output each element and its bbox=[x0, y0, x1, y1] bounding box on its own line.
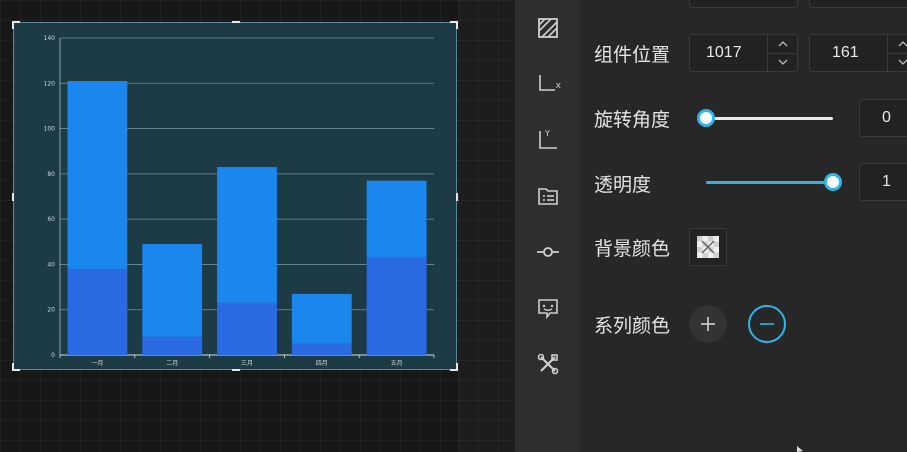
decrement-icon[interactable] bbox=[888, 54, 907, 72]
rotation-label: 旋转角度 bbox=[594, 109, 671, 131]
y-tick-label: 0 bbox=[51, 352, 55, 359]
series-style-icon[interactable] bbox=[536, 16, 560, 40]
y-tick-label: 140 bbox=[44, 35, 56, 42]
rotation-slider[interactable] bbox=[697, 108, 842, 128]
minus-icon bbox=[760, 323, 774, 325]
y-axis-icon[interactable]: Y bbox=[536, 128, 560, 152]
series-color-label: 系列颜色 bbox=[594, 315, 671, 337]
x-axis-icon[interactable]: x bbox=[536, 72, 561, 96]
opacity-input[interactable]: 1 bbox=[859, 163, 907, 201]
rotation-slider-thumb[interactable] bbox=[697, 109, 715, 127]
position-y-input[interactable]: 161 bbox=[809, 34, 907, 72]
y-tick-label: 120 bbox=[44, 80, 56, 87]
remove-color-button[interactable] bbox=[748, 305, 786, 343]
marker-icon[interactable] bbox=[536, 240, 560, 264]
bar-chart: 0 20 40 60 80 100 120 140 一月 二月 三月 四月 五月 bbox=[44, 35, 435, 367]
properties-panel: 组件位置 1017 161 旋转角度 0 透明度 1 背景颜色 系列颜色 bbox=[580, 0, 907, 452]
add-color-button[interactable] bbox=[689, 305, 727, 343]
position-x-value: 1017 bbox=[706, 44, 742, 61]
resize-handle-bottom-right[interactable] bbox=[450, 363, 458, 371]
opacity-label: 透明度 bbox=[594, 174, 652, 196]
bar-segment bbox=[67, 268, 128, 355]
y-tick-label: 40 bbox=[47, 261, 55, 268]
bar-segment bbox=[217, 167, 277, 303]
previous-field-left[interactable] bbox=[689, 0, 798, 8]
editor-canvas[interactable]: 0 20 40 60 80 100 120 140 一月 二月 三月 四月 五月 bbox=[0, 0, 458, 452]
y-tick-label: 80 bbox=[47, 171, 55, 178]
resize-handle-bottom-left[interactable] bbox=[12, 363, 20, 371]
mouse-cursor-icon bbox=[797, 446, 803, 452]
opacity-slider[interactable] bbox=[697, 172, 842, 192]
background-color-label: 背景颜色 bbox=[594, 238, 671, 260]
bar-segment bbox=[366, 257, 427, 355]
x-tick-label: 五月 bbox=[391, 360, 403, 367]
rotation-input[interactable]: 0 bbox=[859, 99, 907, 137]
opacity-slider-thumb[interactable] bbox=[824, 173, 842, 191]
tooltip-icon[interactable] bbox=[536, 296, 560, 320]
x-axis-icon-label: x bbox=[555, 81, 561, 91]
plus-icon bbox=[701, 317, 715, 331]
bar-segment bbox=[142, 336, 203, 355]
resize-handle-top-left[interactable] bbox=[12, 21, 20, 29]
config-icon-toolbar: x Y bbox=[515, 0, 580, 452]
resize-handle-left[interactable] bbox=[12, 193, 14, 201]
bar-segment bbox=[67, 81, 128, 269]
bar-segment bbox=[142, 244, 203, 337]
x-tick-label: 一月 bbox=[91, 360, 103, 367]
decrement-icon[interactable] bbox=[768, 54, 797, 72]
opacity-slider-fill bbox=[706, 181, 833, 184]
bar-segment bbox=[291, 293, 352, 344]
tools-icon[interactable] bbox=[536, 352, 560, 376]
bar-segment bbox=[217, 302, 277, 355]
increment-icon[interactable] bbox=[888, 35, 907, 54]
position-y-stepper[interactable] bbox=[887, 35, 907, 71]
x-tick-label: 二月 bbox=[166, 360, 178, 367]
position-label: 组件位置 bbox=[594, 44, 671, 66]
increment-icon[interactable] bbox=[768, 35, 797, 54]
x-tick-label: 四月 bbox=[316, 360, 328, 367]
chart-widget[interactable]: 0 20 40 60 80 100 120 140 一月 二月 三月 四月 五月 bbox=[12, 21, 458, 371]
previous-field-right[interactable] bbox=[809, 0, 907, 8]
resize-handle-bottom[interactable] bbox=[232, 369, 240, 371]
canvas-margin bbox=[458, 0, 515, 452]
x-tick-label: 三月 bbox=[241, 360, 253, 367]
y-tick-label: 100 bbox=[44, 126, 56, 133]
y-tick-label: 20 bbox=[47, 307, 55, 314]
opacity-value: 1 bbox=[882, 173, 891, 190]
legend-icon[interactable] bbox=[536, 184, 560, 208]
resize-handle-top-right[interactable] bbox=[450, 21, 458, 29]
y-axis-icon-label: Y bbox=[545, 129, 550, 138]
position-x-stepper[interactable] bbox=[767, 35, 797, 71]
bar-segment bbox=[366, 180, 427, 258]
background-color-swatch[interactable] bbox=[689, 228, 727, 266]
rotation-value: 0 bbox=[882, 109, 891, 126]
position-y-value: 161 bbox=[832, 44, 859, 61]
y-tick-label: 60 bbox=[47, 216, 55, 223]
resize-handle-top[interactable] bbox=[232, 21, 240, 23]
bar-segment bbox=[291, 343, 352, 355]
transparent-color-icon bbox=[697, 236, 719, 258]
rotation-slider-track bbox=[706, 117, 833, 120]
position-x-input[interactable]: 1017 bbox=[689, 34, 798, 72]
